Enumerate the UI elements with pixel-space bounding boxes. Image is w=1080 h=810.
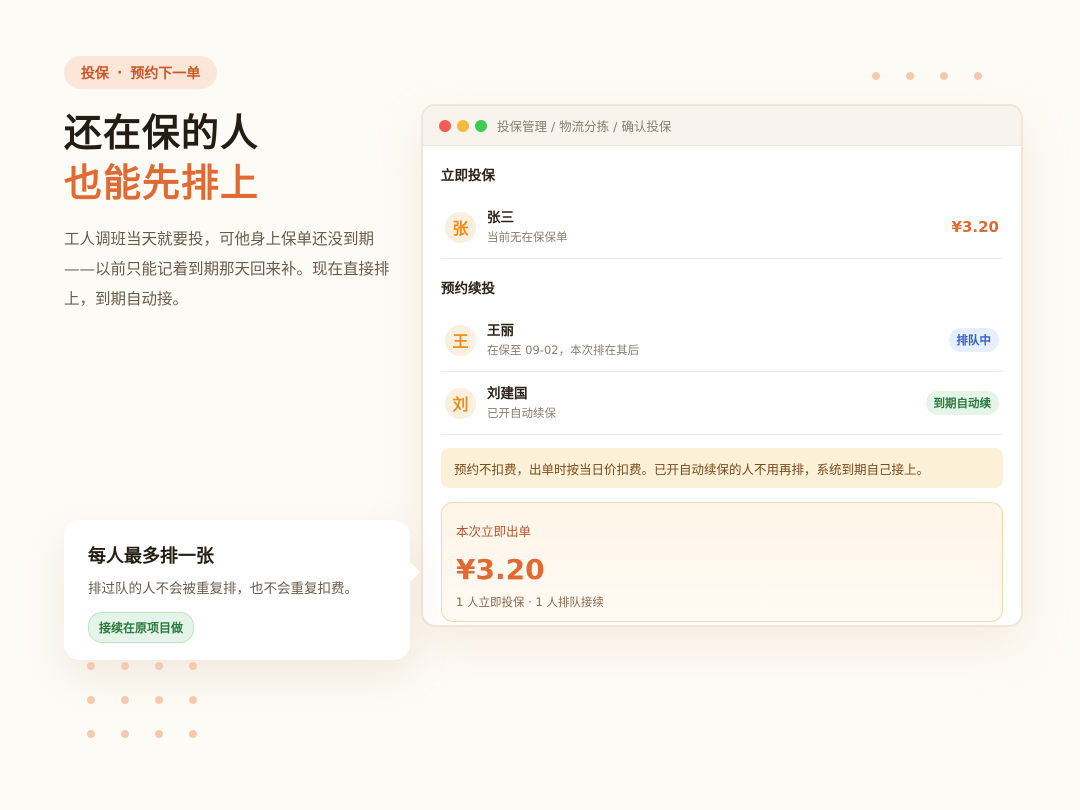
status-badge: 排队中 [948,328,999,352]
decor-dot [872,72,880,80]
immediate-section-title: 立即投保 [441,168,495,184]
feature-tag-insure: 投保 [81,65,109,82]
decor-dot [121,730,129,738]
hero-headline: 还在保的人 也能先排上 [64,108,259,208]
decor-dot [121,662,129,670]
person-info: 张三 当前无在保保单 [487,208,952,246]
decor-dot [155,696,163,704]
feature-tag-separator: · [117,64,123,81]
minimize-window-button[interactable] [457,119,469,132]
avatar: 张 [445,211,476,243]
summary-detail: 1 人立即投保 · 1 人排队接续 [456,595,604,609]
decor-dot [87,662,95,670]
person-name: 刘建国 [487,386,528,402]
callout-card: 每人最多排一张 排过队的人不会被重复排，也不会重复扣费。 接续在原项目做 [64,520,420,660]
window-content: 立即投保 张 张三 当前无在保保单 ¥3.20 预约续投 王 王丽 在保至 09… [423,146,1021,622]
decorative-dots-bottom [87,662,197,738]
window-titlebar: 投保管理 / 物流分拣 / 确认投保 [423,106,1021,146]
decor-dot [121,696,129,704]
headline-line-1: 还在保的人 [64,110,260,155]
hero-intro: 工人调班当天就要投，可他身上保单还没到期——以前只能记着到期那天回来补。现在直接… [64,230,390,308]
status-badge: 到期自动续 [925,391,999,415]
decor-dot [155,662,163,670]
callout-title: 每人最多排一张 [88,546,214,567]
person-status: 在保至 09-02，本次排在其后 [487,343,640,357]
decor-dot [155,730,163,738]
person-name: 王丽 [487,323,514,339]
reserve-section-title: 预约续投 [441,281,495,297]
callout-tag: 接续在原项目做 [88,612,195,643]
person-info: 王丽 在保至 09-02，本次排在其后 [487,321,949,359]
list-item[interactable]: 刘 刘建国 已开自动续保 到期自动续 [441,372,1003,435]
headline-line-2: 也能先排上 [64,160,260,205]
person-name: 张三 [487,210,514,226]
maximize-window-button[interactable] [475,119,487,132]
price-label: ¥3.20 [951,218,999,236]
avatar: 刘 [445,387,476,419]
decor-dot [940,72,948,80]
summary-card: 本次立即出单 ¥3.20 1 人立即投保 · 1 人排队接续 [441,502,1003,622]
summary-amount: ¥3.20 [456,553,545,586]
decor-dot [87,730,95,738]
list-item[interactable]: 张 张三 当前无在保保单 ¥3.20 [441,196,1003,259]
decor-dot [189,730,197,738]
app-window: 投保管理 / 物流分拣 / 确认投保 立即投保 张 张三 当前无在保保单 ¥3.… [421,104,1023,627]
decor-dot [189,696,197,704]
billing-note: 预约不扣费，出单时按当日价扣费。已开自动续保的人不用再排，系统到期自己接上。 [441,448,1003,488]
person-status: 当前无在保保单 [487,230,568,244]
decor-dot [87,696,95,704]
decor-dot [906,72,914,80]
decorative-dots-top [872,72,982,80]
feature-tag-reserve: 预约下一单 [130,65,201,82]
summary-label: 本次立即出单 [456,524,532,539]
list-item[interactable]: 王 王丽 在保至 09-02，本次排在其后 排队中 [441,309,1003,372]
person-status: 已开自动续保 [487,406,556,420]
avatar: 王 [445,324,476,356]
breadcrumb: 投保管理 / 物流分拣 / 确认投保 [497,119,672,134]
close-window-button[interactable] [439,119,451,132]
decor-dot [189,662,197,670]
decor-dot [974,72,982,80]
person-info: 刘建国 已开自动续保 [487,384,926,422]
callout-body: 排过队的人不会被重复排，也不会重复扣费。 [88,581,358,597]
feature-tag: 投保 · 预约下一单 [64,56,218,89]
